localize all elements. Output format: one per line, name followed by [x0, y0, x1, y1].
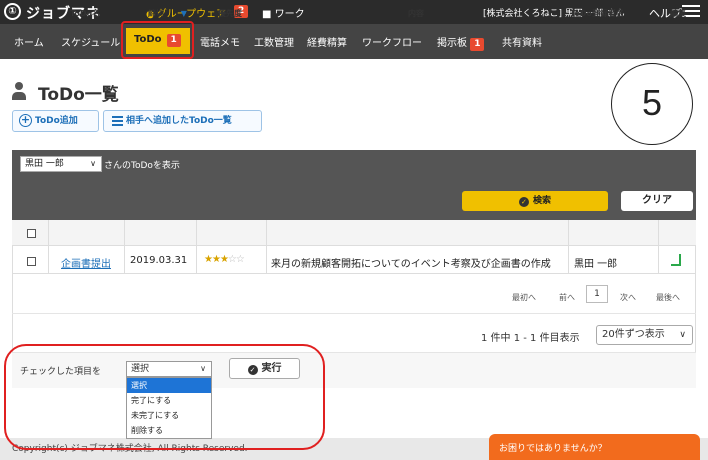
nav-expenses[interactable]: 経費精算 — [307, 34, 347, 49]
priority-stars: ★★★☆☆ — [204, 254, 245, 265]
nav-home[interactable]: ホーム — [14, 34, 44, 49]
work-label: ワーク — [274, 9, 305, 20]
add-todo-button[interactable]: + ToDo追加 — [12, 110, 99, 132]
check-circle-icon: ✓ — [518, 197, 529, 207]
nav-workflow[interactable]: ワークフロー — [362, 34, 422, 49]
user-select-value: 黒田 一郎 — [25, 159, 64, 169]
nav-phone-memo[interactable]: 電話メモ — [200, 34, 240, 49]
user-select[interactable]: 黒田 一郎 ∨ — [20, 156, 102, 172]
page-title: ToDo一覧 — [38, 85, 119, 105]
logo-icon: ① — [4, 3, 21, 20]
pager-last[interactable]: 最後へ — [656, 292, 680, 303]
annotation-highlight-bulk — [4, 344, 325, 450]
nav-schedule[interactable]: スケジュール — [61, 34, 120, 49]
select-all-checkbox[interactable] — [27, 229, 36, 238]
nav-man-hours[interactable]: 工数管理 — [254, 34, 294, 49]
per-page-value: 20件ずつ表示 — [602, 329, 665, 340]
star-empty-icon: ☆ — [227, 254, 237, 265]
pager-next[interactable]: 次へ — [620, 292, 636, 303]
table-header — [12, 220, 696, 246]
briefcase-icon: ■ — [262, 9, 272, 20]
work-menu[interactable]: ■ ワーク — [262, 5, 305, 20]
pager-prev[interactable]: 前へ — [559, 292, 575, 303]
column-divider — [568, 220, 569, 273]
star-empty-icon: ☆ — [235, 254, 245, 265]
clear-button[interactable]: クリア — [621, 191, 693, 211]
pager-first[interactable]: 最初へ — [512, 292, 536, 303]
todo-content: 来月の新規顧客開拓についてのイベント考察及び企画書の作成 — [271, 259, 551, 270]
list-icon — [112, 116, 123, 126]
chevron-down-icon: ∨ — [679, 330, 686, 340]
column-header-name[interactable]: ToDo名 — [70, 8, 100, 19]
assigned-todo-list-label: 相手へ追加したToDo一覧 — [126, 116, 232, 126]
result-count: 1 件中 1 - 1 件目表示 — [481, 333, 580, 344]
edit-icon[interactable] — [671, 254, 681, 266]
chevron-down-icon: ∨ — [90, 159, 96, 168]
todo-name-link[interactable]: 企画書提出 — [61, 255, 111, 270]
column-divider — [196, 220, 197, 273]
board-badge: 1 — [470, 38, 485, 51]
column-divider — [124, 220, 125, 273]
star-filled-icon: ★ — [204, 254, 213, 265]
star-filled-icon: ★ — [211, 254, 221, 265]
column-header-deadline[interactable]: 締切 ▼ — [148, 8, 187, 19]
column-header-priority[interactable]: 優先度 — [218, 8, 242, 19]
pager-current-page[interactable]: 1 — [586, 285, 608, 303]
main-nav: ホーム スケジュール ToDo 1 電話メモ 工数管理 経費精算 ワークフロー 掲… — [0, 24, 708, 59]
todo-deadline: 2019.03.31 — [130, 255, 188, 266]
person-icon — [12, 82, 26, 100]
filter-suffix-text: さんのToDoを表示 — [104, 161, 180, 171]
add-todo-label: ToDo追加 — [35, 116, 78, 126]
annotation-highlight-todo — [121, 21, 194, 59]
plus-icon: + — [19, 113, 32, 127]
assigned-todo-list-button[interactable]: 相手へ追加したToDo一覧 — [103, 110, 262, 132]
column-divider — [48, 220, 49, 273]
todo-registrant: 黒田 一郎 — [574, 259, 618, 270]
column-header-registrant: ToDo登録者名 — [570, 9, 625, 18]
deadline-header-label: 締切 — [148, 9, 164, 18]
column-divider — [266, 220, 267, 273]
star-filled-icon: ★ — [219, 254, 229, 265]
nav-bulletin-label: 掲示板 — [437, 38, 467, 49]
search-button[interactable]: ✓ 検索 — [462, 191, 608, 211]
help-chat-tab[interactable]: お困りではありませんか？ — [489, 434, 700, 460]
row-divider — [12, 273, 696, 274]
row-checkbox[interactable] — [27, 257, 36, 266]
step-number-annotation: 5 — [611, 63, 693, 145]
nav-shared-files[interactable]: 共有資料 — [502, 34, 542, 49]
column-header-edit: 編集 — [670, 9, 686, 18]
divider — [12, 313, 696, 314]
column-header-content: 内容 — [408, 9, 424, 18]
sort-down-icon: ▼ — [180, 9, 187, 18]
per-page-select[interactable]: 20件ずつ表示 ∨ — [596, 325, 693, 345]
search-label: 検索 — [532, 196, 551, 206]
nav-bulletin-board[interactable]: 掲示板 1 — [437, 34, 485, 51]
column-divider — [658, 220, 659, 273]
